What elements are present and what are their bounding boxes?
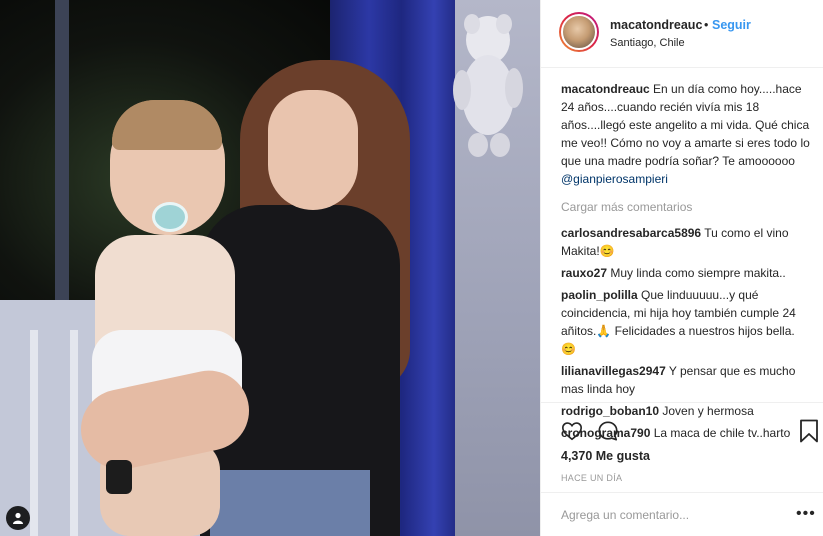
separator-dot: •	[704, 18, 709, 32]
comment-username[interactable]: carlosandresabarca5896	[561, 226, 701, 240]
post-header: macatondreauc • Seguir Santiago, Chile	[541, 0, 823, 68]
user-icon	[13, 512, 23, 524]
heart-icon[interactable]	[561, 420, 583, 442]
mother-face	[268, 90, 358, 210]
stuffed-animal	[453, 14, 523, 157]
mother-jeans	[210, 470, 370, 536]
header-username[interactable]: macatondreauc	[610, 18, 702, 32]
post-timestamp[interactable]: HACE UN DÍA	[561, 473, 622, 483]
comment-item: rauxo27 Muy linda como siempre makita..	[561, 264, 811, 282]
post-photo[interactable]	[0, 0, 540, 536]
wristwatch	[106, 460, 132, 494]
caption-username[interactable]: macatondreauc	[561, 82, 650, 96]
comment-input[interactable]	[561, 505, 781, 525]
more-options-icon[interactable]: •••	[796, 506, 816, 522]
crib-slat	[70, 330, 78, 536]
comments-list: macatondreauc En un día como hoy.....hac…	[561, 80, 811, 446]
crib-slat	[30, 330, 38, 536]
likes-count[interactable]: 4,370 Me gusta	[561, 449, 650, 463]
post-sidebar: macatondreauc • Seguir Santiago, Chile m…	[540, 0, 823, 536]
comment-item: carlosandresabarca5896 Tu como el vino M…	[561, 224, 811, 260]
caption-mention[interactable]: @gianpierosampieri	[561, 172, 668, 186]
pacifier	[152, 202, 188, 232]
comment-item: paolin_polilla Que linduuuuu...y qué coi…	[561, 286, 811, 358]
load-more-comments-button[interactable]: Cargar más comentarios	[561, 198, 811, 216]
window-frame	[55, 0, 69, 320]
comment-username[interactable]: paolin_polilla	[561, 288, 638, 302]
follow-button[interactable]: Seguir	[712, 18, 751, 32]
comment-text: Muy linda como siempre makita..	[610, 266, 786, 280]
comment-username[interactable]: lilianavillegas2947	[561, 364, 666, 378]
bookmark-icon[interactable]	[799, 419, 819, 443]
avatar-image	[561, 14, 597, 50]
caption: macatondreauc En un día como hoy.....hac…	[561, 80, 811, 188]
add-comment-bar: •••	[541, 492, 823, 536]
avatar[interactable]	[559, 12, 599, 52]
location-link[interactable]: Santiago, Chile	[610, 37, 685, 49]
post-actions: 4,370 Me gusta HACE UN DÍA	[541, 402, 823, 492]
comment-icon[interactable]	[597, 420, 619, 442]
comment-username[interactable]: rauxo27	[561, 266, 607, 280]
comment-item: lilianavillegas2947 Y pensar que es much…	[561, 362, 811, 398]
tagged-users-button[interactable]	[6, 506, 30, 530]
